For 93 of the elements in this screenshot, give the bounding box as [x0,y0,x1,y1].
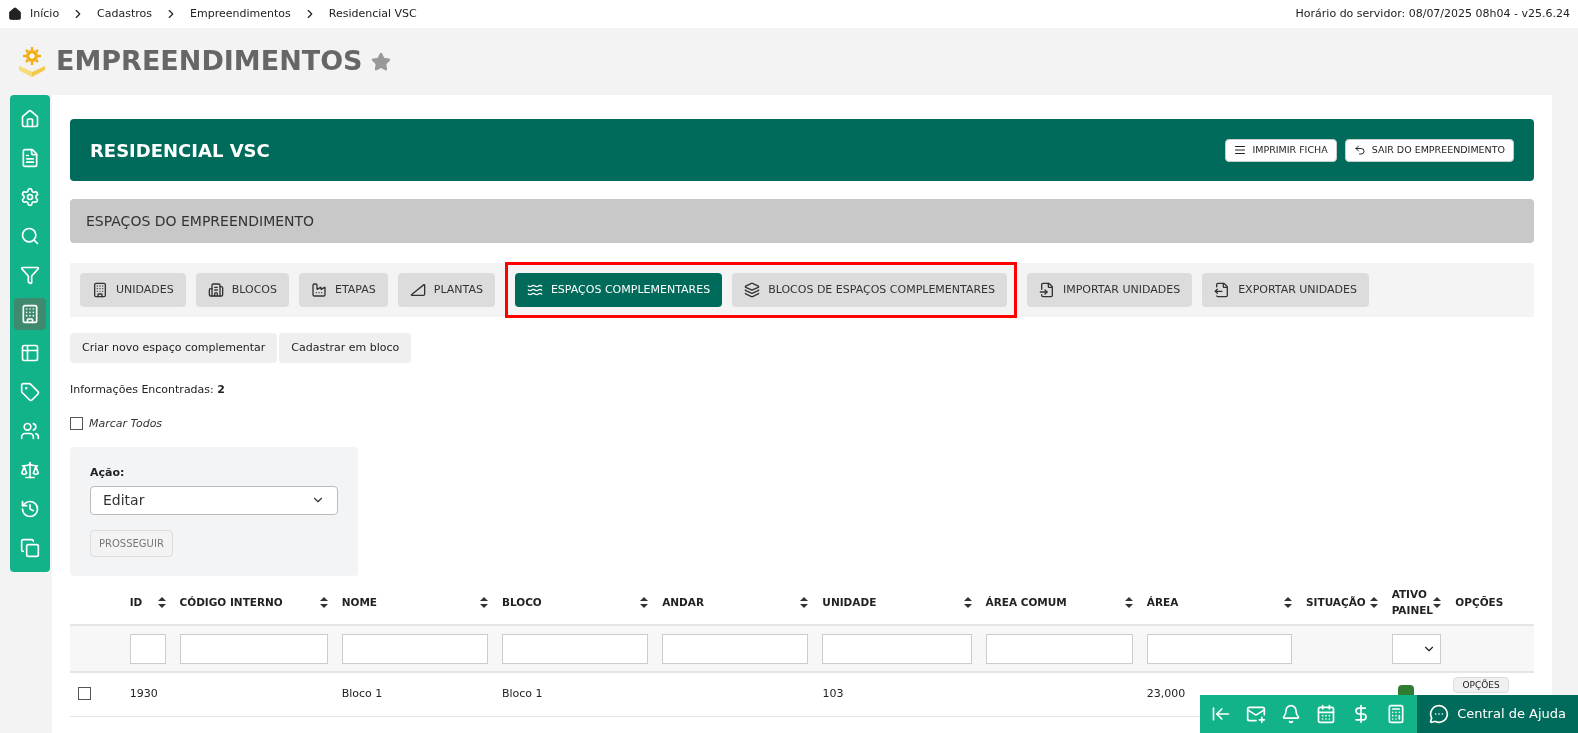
column-header: OPÇÕES [1455,595,1504,610]
page-title: EMPREENDIMENTOS [56,44,363,79]
column-header: ATIVO PAINEL [1391,587,1434,618]
sort-icon [800,596,809,608]
home-icon [20,109,40,129]
breadcrumb-link[interactable]: Cadastros [97,5,153,23]
table-cell: Bloco 1 [501,687,543,700]
action-label: Ação: [90,465,126,481]
building-icon [20,304,40,324]
breadcrumb-link[interactable]: Empreendimentos [190,5,291,23]
action-select[interactable]: Editar [90,485,338,515]
breadcrumb-link[interactable]: Residencial VSC [328,5,417,23]
filter-field[interactable] [501,633,649,664]
table-cell: 103 [822,687,844,700]
tag-icon [20,382,40,402]
column-header: BLOCO [501,595,542,610]
favorite-star-icon[interactable] [370,51,391,72]
import-icon [1039,282,1055,298]
column-header: CÓDIGO INTERNO [179,595,283,610]
row-checkbox[interactable] [78,687,91,700]
filter-field[interactable] [985,633,1133,664]
header-button[interactable]: SAIR DO EMPREENDIMENTO [1344,138,1514,162]
filter-field[interactable] [1146,633,1292,664]
calculator-icon [1386,704,1407,724]
tab[interactable]: ETAPAS [299,273,388,307]
tab[interactable]: IMPORTAR UNIDADES [1027,273,1193,307]
tab[interactable]: ESPAÇOS COMPLEMENTARES [514,273,723,307]
sort-icon [479,596,488,608]
chat-icon [1429,704,1450,724]
filter-field[interactable] [341,633,488,664]
filter-select[interactable] [1391,633,1442,664]
table-cell: 1930 [129,687,158,700]
document-icon [20,148,40,168]
column-header: NOME [341,595,378,610]
breadcrumb-link[interactable]: Início [30,5,60,23]
filter-icon [20,265,40,285]
header-button[interactable]: IMPRIMIR FICHA [1225,138,1337,162]
column-header: UNIDADE [822,595,877,610]
lines-icon [1234,144,1247,156]
search-icon [20,226,40,246]
tab[interactable]: BLOCOS [195,273,289,307]
section-title: ESPAÇOS DO EMPREENDIMENTO [86,211,315,231]
sort-icon [1124,596,1133,608]
sort-icon [1369,596,1378,608]
tab[interactable]: BLOCOS DE ESPAÇOS COMPLEMENTARES [732,273,1007,307]
column-header: SITUAÇÃO [1306,595,1366,610]
proceed-button[interactable]: PROSSEGUIR [90,529,173,557]
settings-icon [20,187,40,207]
back-icon [1353,144,1366,156]
users-icon [20,421,40,441]
checkbox[interactable] [70,417,83,431]
help-button[interactable]: Central de Ajuda [1417,695,1578,733]
options-button[interactable]: OPÇÕES [1453,677,1509,693]
filter-field[interactable] [662,633,809,664]
calendar-icon [1316,704,1337,724]
server-info: Horário do servidor: 08/07/2025 08h04 - v25.6.24 [1295,5,1570,22]
mail-icon [1246,704,1267,724]
action-button[interactable]: Cadastrar em bloco [279,333,412,363]
layers-icon [744,282,761,298]
filter-field[interactable] [822,633,972,664]
sort-icon [1433,596,1442,608]
filter-field[interactable] [179,633,328,664]
sort-icon [319,596,328,608]
tab[interactable]: PLANTAS [397,273,495,307]
select-all-label: Marcar Todos [89,415,163,432]
sidebar-item[interactable] [14,298,46,330]
table-cell: 23,000 [1146,687,1186,700]
collapse-icon [1211,704,1232,724]
results-count: Informações Encontradas: 2 [70,382,226,398]
table-cell: Bloco 1 [341,687,383,700]
bell-icon [1281,704,1302,724]
sort-icon [1284,596,1292,608]
building-icon [92,282,108,298]
history-icon [20,499,40,519]
filter-field[interactable] [129,633,166,664]
home-icon [8,7,22,21]
column-header: ÁREA [1146,595,1179,610]
scale-icon [20,460,40,480]
action-button[interactable]: Criar novo espaço complementar [70,333,278,363]
buildings-icon [207,282,224,298]
export-icon [1214,282,1231,298]
tab[interactable]: UNIDADES [80,273,186,307]
column-header: ANDAR [662,595,704,610]
column-header: ID [129,595,143,610]
sort-icon [640,596,649,608]
column-header: ÁREA COMUM [985,595,1067,610]
project-title: RESIDENCIAL VSC [90,138,270,163]
sort-icon [963,596,972,608]
gear-box-icon [16,45,48,78]
sort-icon [157,596,166,608]
tab[interactable]: EXPORTAR UNIDADES [1202,273,1370,307]
copy-icon [20,538,40,558]
table-icon [20,343,40,363]
